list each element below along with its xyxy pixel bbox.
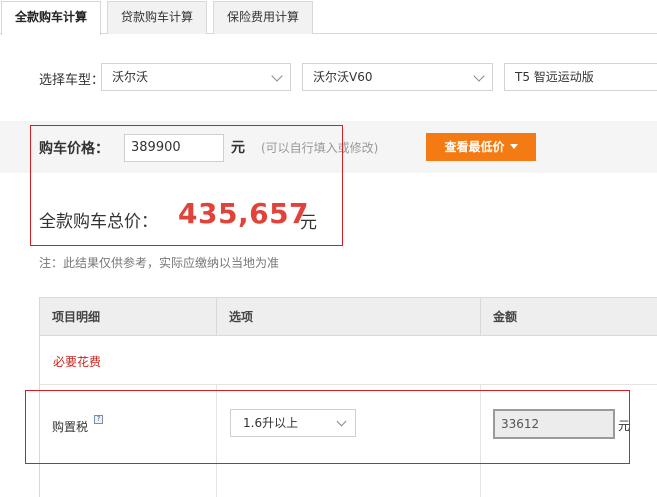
cost-table: 项目明细 选项 金额 必要花费 购置税 ? 1.6升以上 33612 元 bbox=[39, 297, 657, 497]
chevron-down-icon bbox=[473, 70, 485, 82]
tab-full-payment[interactable]: 全款购车计算 bbox=[1, 1, 101, 35]
column-divider bbox=[216, 385, 217, 497]
purchase-tax-option-select[interactable]: 1.6升以上 bbox=[230, 409, 356, 437]
vehicle-select-row: 选择车型： 沃尔沃 沃尔沃V60 T5 智远运动版 bbox=[0, 63, 657, 91]
tab-loan[interactable]: 贷款购车计算 bbox=[107, 1, 207, 34]
trim-select[interactable]: T5 智远运动版 bbox=[504, 63, 657, 91]
price-label: 购车价格： bbox=[39, 141, 109, 157]
price-hint: (可以自行填入或修改) bbox=[261, 141, 379, 155]
series-select[interactable]: 沃尔沃V60 bbox=[302, 63, 493, 91]
table-header: 项目明细 选项 金额 bbox=[40, 297, 657, 336]
help-icon[interactable]: ? bbox=[94, 415, 103, 424]
column-divider bbox=[480, 385, 481, 497]
caret-down-icon bbox=[509, 144, 518, 149]
purchase-tax-label: 购置税 bbox=[52, 420, 89, 434]
purchase-tax-option-value: 1.6升以上 bbox=[243, 416, 299, 430]
trim-select-value: T5 智远运动版 bbox=[515, 70, 594, 84]
header-item: 项目明细 bbox=[52, 310, 101, 324]
total-value: 435,657 bbox=[178, 197, 310, 230]
section-required-costs: 必要花费 bbox=[40, 336, 657, 385]
series-select-value: 沃尔沃V60 bbox=[313, 70, 373, 84]
chevron-down-icon bbox=[271, 70, 283, 82]
price-unit: 元 bbox=[231, 140, 245, 156]
section-title: 必要花费 bbox=[53, 355, 102, 369]
total-unit: 元 bbox=[300, 213, 317, 233]
purchase-tax-amount: 33612 bbox=[493, 409, 615, 439]
vehicle-select-label: 选择车型： bbox=[39, 73, 105, 88]
lowest-price-button[interactable]: 查看最低价 bbox=[426, 133, 536, 161]
header-amount: 金额 bbox=[480, 298, 657, 336]
tab-bar: 全款购车计算 贷款购车计算 保险费用计算 bbox=[0, 0, 657, 35]
price-band: 购车价格： 389900 元 (可以自行填入或修改) 查看最低价 bbox=[0, 121, 657, 173]
brand-select-value: 沃尔沃 bbox=[112, 70, 149, 84]
purchase-tax-unit: 元 bbox=[618, 419, 631, 433]
price-input[interactable]: 389900 bbox=[124, 134, 224, 162]
chevron-down-icon bbox=[336, 416, 347, 427]
brand-select[interactable]: 沃尔沃 bbox=[101, 63, 291, 91]
tab-insurance[interactable]: 保险费用计算 bbox=[213, 1, 313, 34]
lowest-price-button-label: 查看最低价 bbox=[444, 140, 505, 154]
total-label: 全款购车总价： bbox=[39, 212, 158, 232]
header-option: 选项 bbox=[216, 298, 480, 336]
disclaimer-note: 注：此结果仅供参考，实际应缴纳以当地为准 bbox=[39, 256, 280, 270]
